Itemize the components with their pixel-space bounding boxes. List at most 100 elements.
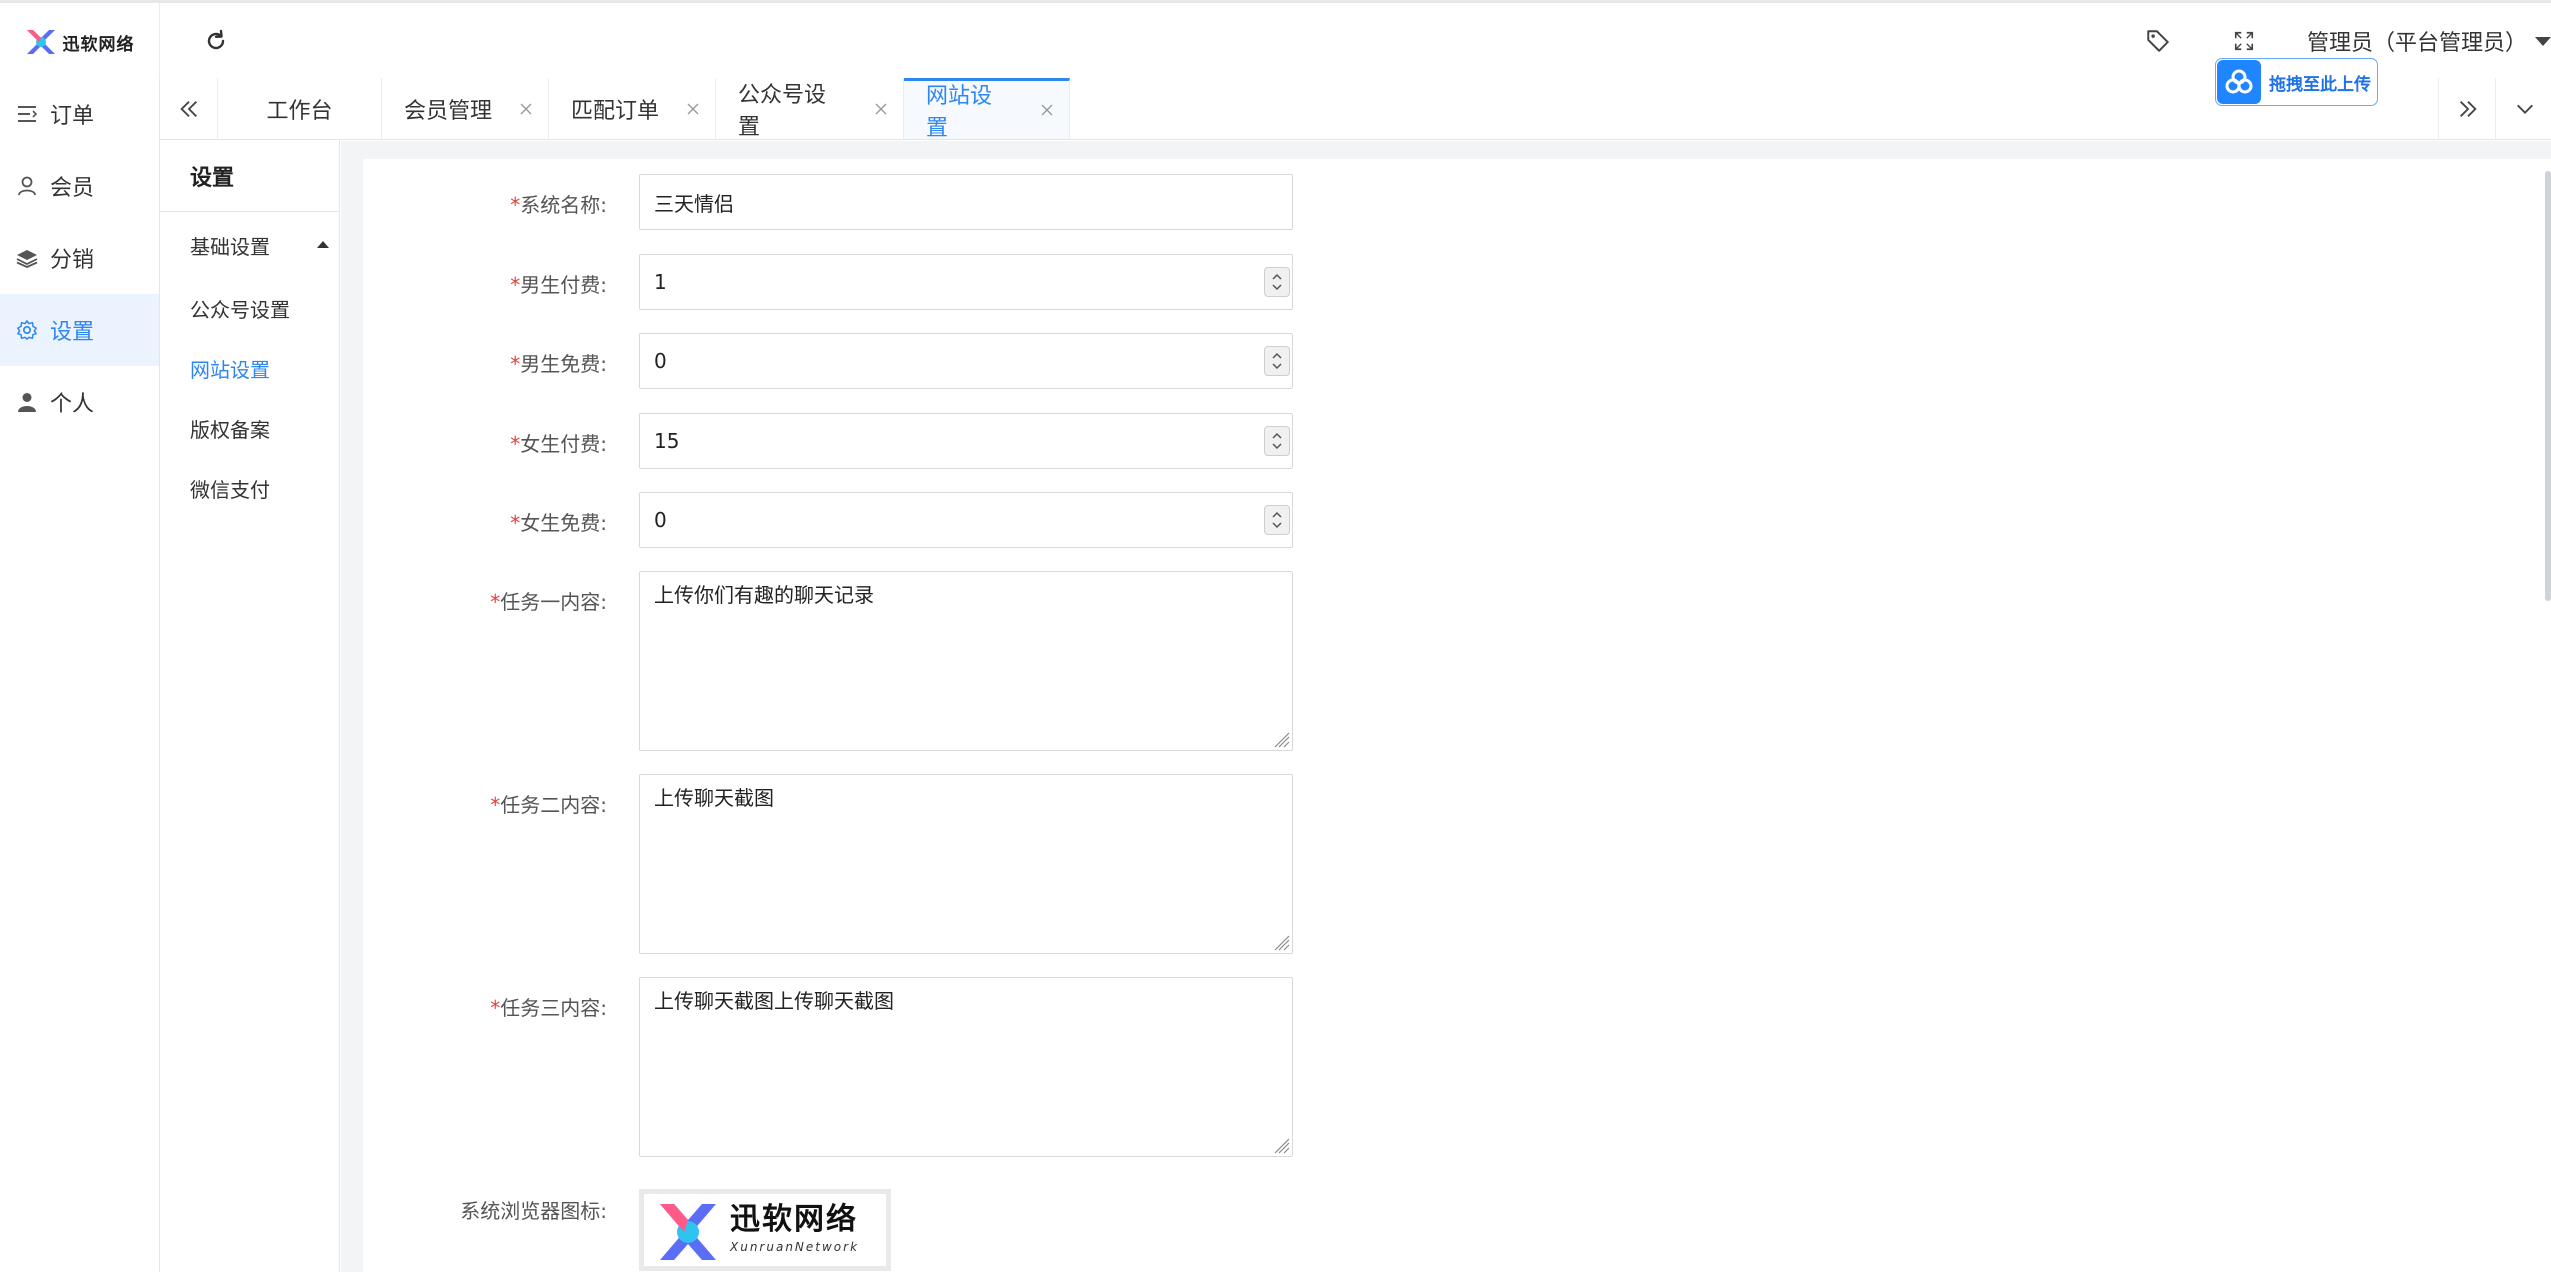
task-two-textarea[interactable]: 上传聊天截图 xyxy=(639,774,1293,954)
chevron-up-icon xyxy=(317,241,329,248)
male-paid-input[interactable]: 1 xyxy=(639,254,1293,310)
form-label: *男生免费: xyxy=(510,352,607,376)
list-icon xyxy=(16,103,38,125)
subnav-title: 设置 xyxy=(160,140,339,212)
sidebar-item-personal[interactable]: 个人 xyxy=(0,366,159,438)
brand-logo[interactable]: 迅软网络 xyxy=(0,3,160,81)
form-row-male-paid: *男生付费: 1 xyxy=(363,254,1763,310)
stepper-arrows-icon xyxy=(1272,352,1282,370)
subnav-item-website[interactable]: 网站设置 xyxy=(160,338,339,398)
refresh-button[interactable] xyxy=(200,25,232,57)
tag-icon xyxy=(2147,30,2169,52)
resize-handle-icon[interactable] xyxy=(1274,935,1290,951)
admin-label: 管理员（平台管理员） xyxy=(2306,31,2527,56)
close-icon[interactable] xyxy=(1039,102,1055,118)
sidebar-item-settings[interactable]: 设置 xyxy=(0,294,159,366)
settings-subnav: 设置 基础设置 公众号设置 网站设置 版权备案 微信支付 xyxy=(160,140,340,1272)
form-label: *女生付费: xyxy=(510,432,607,456)
sidebar-item-label: 会员 xyxy=(50,176,95,201)
task-one-textarea[interactable]: 上传你们有趣的聊天记录 xyxy=(639,571,1293,751)
number-stepper[interactable] xyxy=(1264,505,1290,535)
chevron-down-icon xyxy=(2535,36,2551,46)
form-row-task-two: *任务二内容: 上传聊天截图 xyxy=(363,774,1763,954)
tab-member-management[interactable]: 会员管理 xyxy=(382,78,549,139)
female-paid-input[interactable]: 15 xyxy=(639,413,1293,469)
tab-label: 公众号设置 xyxy=(738,82,827,140)
tabs-scroll-left-button[interactable] xyxy=(160,78,218,139)
subnav-item-official-account[interactable]: 公众号设置 xyxy=(160,278,339,338)
stepper-arrows-icon xyxy=(1272,273,1282,291)
fullscreen-icon xyxy=(2234,31,2254,51)
number-stepper[interactable] xyxy=(1264,346,1290,376)
close-icon[interactable] xyxy=(518,101,534,117)
fullscreen-button[interactable] xyxy=(2228,25,2260,57)
form-row-favicon: 系统浏览器图标: 迅软网络 XunruanNetwork xyxy=(363,1181,1763,1271)
form-row-system-name: *系统名称: 三天情侣 xyxy=(363,174,1763,230)
logo-mark-icon xyxy=(660,1204,716,1260)
subnav-item-copyright[interactable]: 版权备案 xyxy=(160,398,339,458)
form-label: *女生免费: xyxy=(510,511,607,535)
subnav-group-basic-settings[interactable]: 基础设置 xyxy=(160,212,339,278)
form-label: 系统浏览器图标: xyxy=(460,1199,607,1223)
tab-label: 网站设置 xyxy=(926,84,993,141)
form-row-task-one: *任务一内容: 上传你们有趣的聊天记录 xyxy=(363,571,1763,751)
form-label: *任务一内容: xyxy=(490,590,607,614)
number-stepper[interactable] xyxy=(1264,426,1290,456)
user-outline-icon xyxy=(16,175,38,197)
system-name-input[interactable]: 三天情侣 xyxy=(639,174,1293,230)
person-icon xyxy=(16,391,38,413)
logo-text: 迅软网络 xyxy=(62,34,135,55)
sidebar-item-label: 设置 xyxy=(50,320,95,345)
form-label: *系统名称: xyxy=(510,193,607,217)
logo-mark-icon xyxy=(25,28,57,56)
subnav-item-wechat-pay[interactable]: 微信支付 xyxy=(160,458,339,518)
vertical-scrollbar[interactable] xyxy=(2545,171,2551,601)
number-stepper[interactable] xyxy=(1264,267,1290,297)
form-row-task-three: *任务三内容: 上传聊天截图上传聊天截图 xyxy=(363,977,1763,1157)
sidebar-item-label: 个人 xyxy=(50,392,95,417)
tab-label: 会员管理 xyxy=(404,98,493,124)
sidebar-item-members[interactable]: 会员 xyxy=(0,150,159,222)
sidebar-item-label: 分销 xyxy=(50,248,95,273)
form-label: *任务三内容: xyxy=(490,996,607,1020)
upload-label: 拖拽至此上传 xyxy=(2269,74,2371,95)
tab-official-account-settings[interactable]: 公众号设置 xyxy=(716,78,904,140)
tab-label: 匹配订单 xyxy=(571,98,660,124)
sidebar-item-distribution[interactable]: 分销 xyxy=(0,222,159,294)
refresh-icon xyxy=(207,29,225,50)
double-chevron-left-icon xyxy=(179,100,197,117)
resize-handle-icon[interactable] xyxy=(1274,1138,1290,1154)
subnav-group-label: 基础设置 xyxy=(190,234,270,259)
gear-icon xyxy=(16,319,38,341)
layers-icon xyxy=(16,247,38,269)
tabs-scroll-right-button[interactable] xyxy=(2438,78,2496,139)
close-icon[interactable] xyxy=(685,101,701,117)
favicon-brand-text: 迅软网络 XunruanNetwork xyxy=(730,1202,860,1254)
sidebar-item-orders[interactable]: 订单 xyxy=(0,78,159,150)
tag-button[interactable] xyxy=(2142,25,2174,57)
task-three-textarea[interactable]: 上传聊天截图上传聊天截图 xyxy=(639,977,1293,1157)
sidebar-item-label: 订单 xyxy=(50,104,95,129)
tab-workbench[interactable]: 工作台 xyxy=(218,78,382,139)
favicon-upload[interactable]: 迅软网络 XunruanNetwork xyxy=(639,1189,891,1271)
admin-menu[interactable]: 管理员（平台管理员） xyxy=(2307,25,2551,57)
chevron-down-icon xyxy=(2516,104,2533,114)
double-chevron-right-icon xyxy=(2459,100,2477,117)
female-free-input[interactable]: 0 xyxy=(639,492,1293,548)
form-label: *男生付费: xyxy=(510,273,607,297)
upload-dropzone[interactable]: 拖拽至此上传 xyxy=(2215,58,2378,106)
form-row-female-free: *女生免费: 0 xyxy=(363,492,1763,548)
resize-handle-icon[interactable] xyxy=(1274,732,1290,748)
main-content: *系统名称: 三天情侣 *男生付费: 1 *男生免费: 0 *女生付费: 15 … xyxy=(341,141,2551,1272)
tab-website-settings[interactable]: 网站设置 xyxy=(904,78,1070,141)
tabs-dropdown-button[interactable] xyxy=(2495,78,2551,139)
settings-form-panel: *系统名称: 三天情侣 *男生付费: 1 *男生免费: 0 *女生付费: 15 … xyxy=(363,159,2551,1272)
close-icon[interactable] xyxy=(873,101,889,117)
form-label: *任务二内容: xyxy=(490,793,607,817)
tabs-bar: 工作台 会员管理 匹配订单 公众号设置 网站设置 xyxy=(160,78,2551,141)
tab-match-orders[interactable]: 匹配订单 xyxy=(549,78,716,139)
top-bar: 迅软网络 管理员（平台管理员） xyxy=(0,0,2551,81)
main-sidebar: 订单 会员 分销 设置 个人 xyxy=(0,78,160,1272)
form-row-female-paid: *女生付费: 15 xyxy=(363,413,1763,469)
male-free-input[interactable]: 0 xyxy=(639,333,1293,389)
